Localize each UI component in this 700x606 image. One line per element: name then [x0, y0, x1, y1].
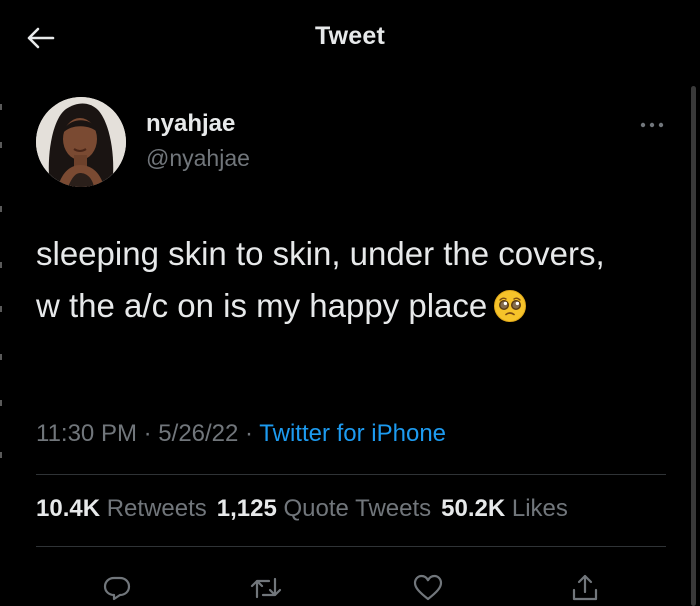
retweets-label: Retweets	[106, 495, 207, 522]
more-dots-icon	[640, 122, 664, 128]
tweet-source-link[interactable]: Twitter for iPhone	[259, 420, 446, 447]
likes-stat[interactable]: 50.2K Likes	[441, 495, 568, 522]
quote-tweets-stat[interactable]: 1,125 Quote Tweets	[217, 495, 431, 522]
display-name[interactable]: nyahjae	[146, 110, 235, 138]
meta-separator: ·	[245, 420, 254, 447]
reply-icon	[103, 576, 131, 601]
like-button[interactable]	[408, 568, 448, 606]
like-icon	[413, 574, 443, 601]
left-edge-ticks	[0, 0, 4, 606]
reply-button[interactable]	[97, 568, 137, 606]
divider	[36, 474, 666, 475]
retweet-icon	[250, 577, 282, 599]
quote-tweets-count: 1,125	[216, 495, 277, 522]
retweets-count: 10.4K	[36, 495, 101, 522]
likes-count: 50.2K	[441, 495, 506, 522]
divider	[36, 546, 666, 547]
retweet-button[interactable]	[246, 568, 286, 606]
user-handle[interactable]: @nyahjae	[146, 145, 250, 172]
avatar-photo	[36, 97, 126, 187]
more-options-button[interactable]	[634, 112, 670, 138]
likes-label: Likes	[511, 495, 568, 522]
share-icon	[572, 574, 598, 601]
avatar[interactable]	[36, 97, 126, 187]
scrollbar[interactable]	[691, 86, 696, 606]
tweet-stats: 10.4K Retweets 1,125 Quote Tweets 50.2K Li…	[36, 495, 578, 523]
tweet-time[interactable]: 11:30 PM	[36, 420, 137, 447]
tweet-date[interactable]: 5/26/22	[158, 420, 238, 447]
tweet-text: sleeping skin to skin, under the covers,…	[36, 228, 636, 338]
quote-tweets-label: Quote Tweets	[283, 495, 432, 522]
tweet-actions	[0, 562, 700, 606]
retweets-stat[interactable]: 10.4K Retweets	[36, 495, 207, 522]
meta-separator: ·	[143, 420, 152, 447]
tweet-header: Tweet	[0, 0, 700, 74]
share-button[interactable]	[565, 568, 605, 606]
tweet-meta: 11:30 PM · 5/26/22 · Twitter for iPhone	[36, 420, 446, 448]
pleading-face-emoji	[493, 286, 527, 338]
page-title: Tweet	[315, 22, 385, 50]
